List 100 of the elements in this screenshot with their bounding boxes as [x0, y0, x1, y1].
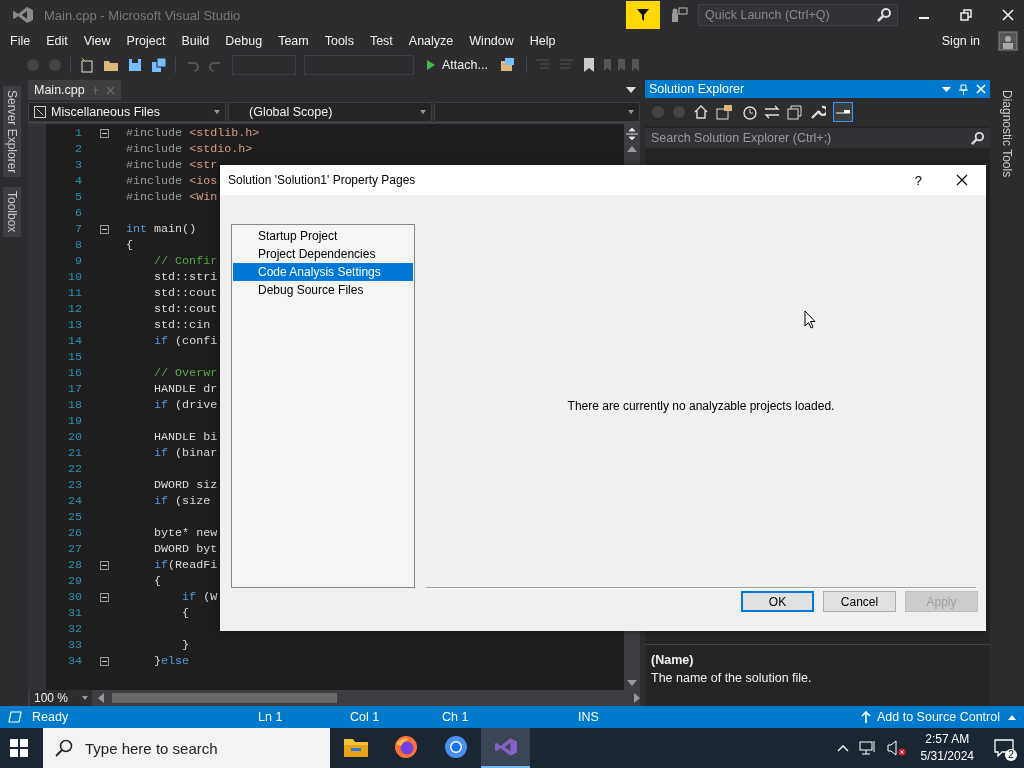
menu-item[interactable]: Debug: [219, 34, 269, 48]
code-line: {: [153, 574, 162, 588]
scroll-right-icon[interactable]: [634, 693, 640, 703]
windows-start-icon[interactable]: [10, 739, 28, 757]
code-line: #include <stdio.h>: [126, 142, 253, 156]
scroll-left-icon[interactable]: [98, 693, 105, 703]
new-project-icon[interactable]: [79, 57, 95, 73]
char-indicator: Ch 1: [442, 710, 470, 724]
menu-item[interactable]: Team: [272, 34, 315, 48]
notification-icon: [994, 739, 1014, 757]
switch-views-icon[interactable]: [716, 104, 734, 120]
line-number: 29: [66, 574, 82, 588]
restore-icon[interactable]: [960, 9, 972, 21]
sync-icon[interactable]: [764, 104, 780, 120]
filter-icon: [636, 8, 650, 22]
attach-button[interactable]: Attach...: [422, 58, 492, 72]
mouse-cursor-icon: [804, 310, 816, 329]
line-number: 28: [66, 558, 82, 572]
speaker-muted-icon[interactable]: [886, 740, 907, 756]
line-number: 1: [74, 126, 82, 140]
project-dropdown[interactable]: Miscellaneous Files: [28, 102, 226, 122]
arrow-up-icon[interactable]: [861, 711, 871, 723]
dialog-button[interactable]: OK: [741, 591, 814, 612]
menu-item[interactable]: Tools: [318, 34, 360, 48]
feedback-filter-button[interactable]: [626, 1, 660, 29]
caret-icon[interactable]: [1008, 714, 1016, 720]
file-icon: [34, 106, 46, 118]
page-list-item[interactable]: Code Analysis Settings: [233, 263, 413, 281]
side-tab[interactable]: Server Explorer: [3, 86, 21, 178]
page-list-item[interactable]: Project Dependencies: [233, 245, 413, 263]
collapse-icon[interactable]: [99, 592, 109, 602]
code-line: if (size: [153, 494, 211, 508]
code-line: {: [181, 606, 190, 620]
dropdown-arrow-icon[interactable]: [626, 87, 636, 93]
search-icon: [55, 739, 73, 757]
side-tab[interactable]: Toolbox: [3, 187, 21, 237]
scope-dropdown[interactable]: (Global Scope): [228, 102, 432, 122]
chevron-up-icon[interactable]: [836, 744, 849, 752]
clock-time[interactable]: 2:57 AM: [925, 731, 970, 748]
page-list-item[interactable]: Debug Source Files: [233, 281, 413, 299]
zoom-dropdown[interactable]: 100 %: [30, 690, 93, 706]
save-all-icon[interactable]: [151, 57, 167, 73]
scroll-thumb[interactable]: [112, 693, 338, 703]
column-indicator: Col 1: [350, 710, 381, 724]
property-name: (Name): [651, 653, 695, 667]
network-icon[interactable]: [858, 740, 877, 756]
code-line: if (drive: [153, 398, 218, 412]
history-icon[interactable]: [741, 104, 757, 120]
pin-icon[interactable]: [959, 83, 968, 95]
menu-item[interactable]: Build: [175, 34, 216, 48]
menu-item[interactable]: Edit: [40, 34, 74, 48]
taskbar-search-field[interactable]: Type here to search: [43, 728, 330, 768]
menu-item[interactable]: Analyze: [402, 34, 460, 48]
page-list-item[interactable]: Startup Project: [233, 227, 413, 245]
home-icon[interactable]: [693, 104, 709, 120]
dropdown-arrow-icon[interactable]: [942, 86, 951, 92]
collapse-all-icon[interactable]: [787, 104, 803, 120]
menu-item[interactable]: View: [77, 34, 117, 48]
line-number: 10: [66, 270, 82, 284]
search-field[interactable]: Search Solution Explorer (Ctrl+;): [645, 128, 990, 148]
code-line: #include <str: [126, 158, 218, 172]
scroll-down-icon[interactable]: [627, 680, 637, 686]
source-control-link[interactable]: Add to Source Control: [877, 710, 1000, 724]
clock-date[interactable]: 5/31/2024: [920, 748, 974, 765]
dialog-message: There are currently no analyzable projects loaded.: [567, 398, 835, 413]
feedback-icon[interactable]: [670, 7, 688, 23]
taskbar-app[interactable]: [481, 728, 530, 768]
line-number: 14: [66, 334, 82, 348]
code-line: {: [126, 238, 133, 252]
bookmark-icon[interactable]: [582, 57, 595, 73]
scroll-up-icon[interactable]: [627, 146, 637, 152]
help-button[interactable]: ?: [914, 172, 922, 188]
quick-launch-field[interactable]: Quick Launch (Ctrl+Q): [698, 4, 898, 26]
close-icon[interactable]: [956, 174, 968, 186]
wrench-icon[interactable]: [810, 104, 826, 120]
split-icon[interactable]: [626, 128, 638, 140]
collapse-icon[interactable]: [99, 656, 109, 666]
sign-in-link[interactable]: Sign in: [941, 34, 980, 48]
menu-item[interactable]: Help: [523, 34, 562, 48]
line-number: 34: [66, 654, 82, 668]
menu-item[interactable]: Project: [120, 34, 172, 48]
account-icon[interactable]: [998, 31, 1018, 51]
insert-mode-indicator: INS: [578, 710, 599, 724]
dialog-button[interactable]: Cancel: [823, 591, 896, 612]
line-number: 30: [66, 590, 82, 604]
collapse-icon[interactable]: [99, 560, 109, 570]
preview-icon[interactable]: [833, 102, 853, 122]
browser-icon: [393, 735, 418, 759]
save-icon[interactable]: [127, 57, 143, 73]
menu-item[interactable]: File: [4, 34, 37, 48]
collapse-icon[interactable]: [99, 128, 109, 138]
collapse-icon[interactable]: [99, 224, 109, 234]
search-icon: [877, 8, 891, 22]
notifications-button[interactable]: 2: [984, 728, 1024, 768]
line-number: 7: [74, 222, 82, 236]
dialog-title: Solution 'Solution1' Property Pages: [228, 173, 416, 187]
menu-item[interactable]: Test: [363, 34, 399, 48]
code-line: }: [181, 638, 190, 652]
menu-item[interactable]: Window: [463, 34, 520, 48]
folder-icon: [342, 736, 369, 758]
